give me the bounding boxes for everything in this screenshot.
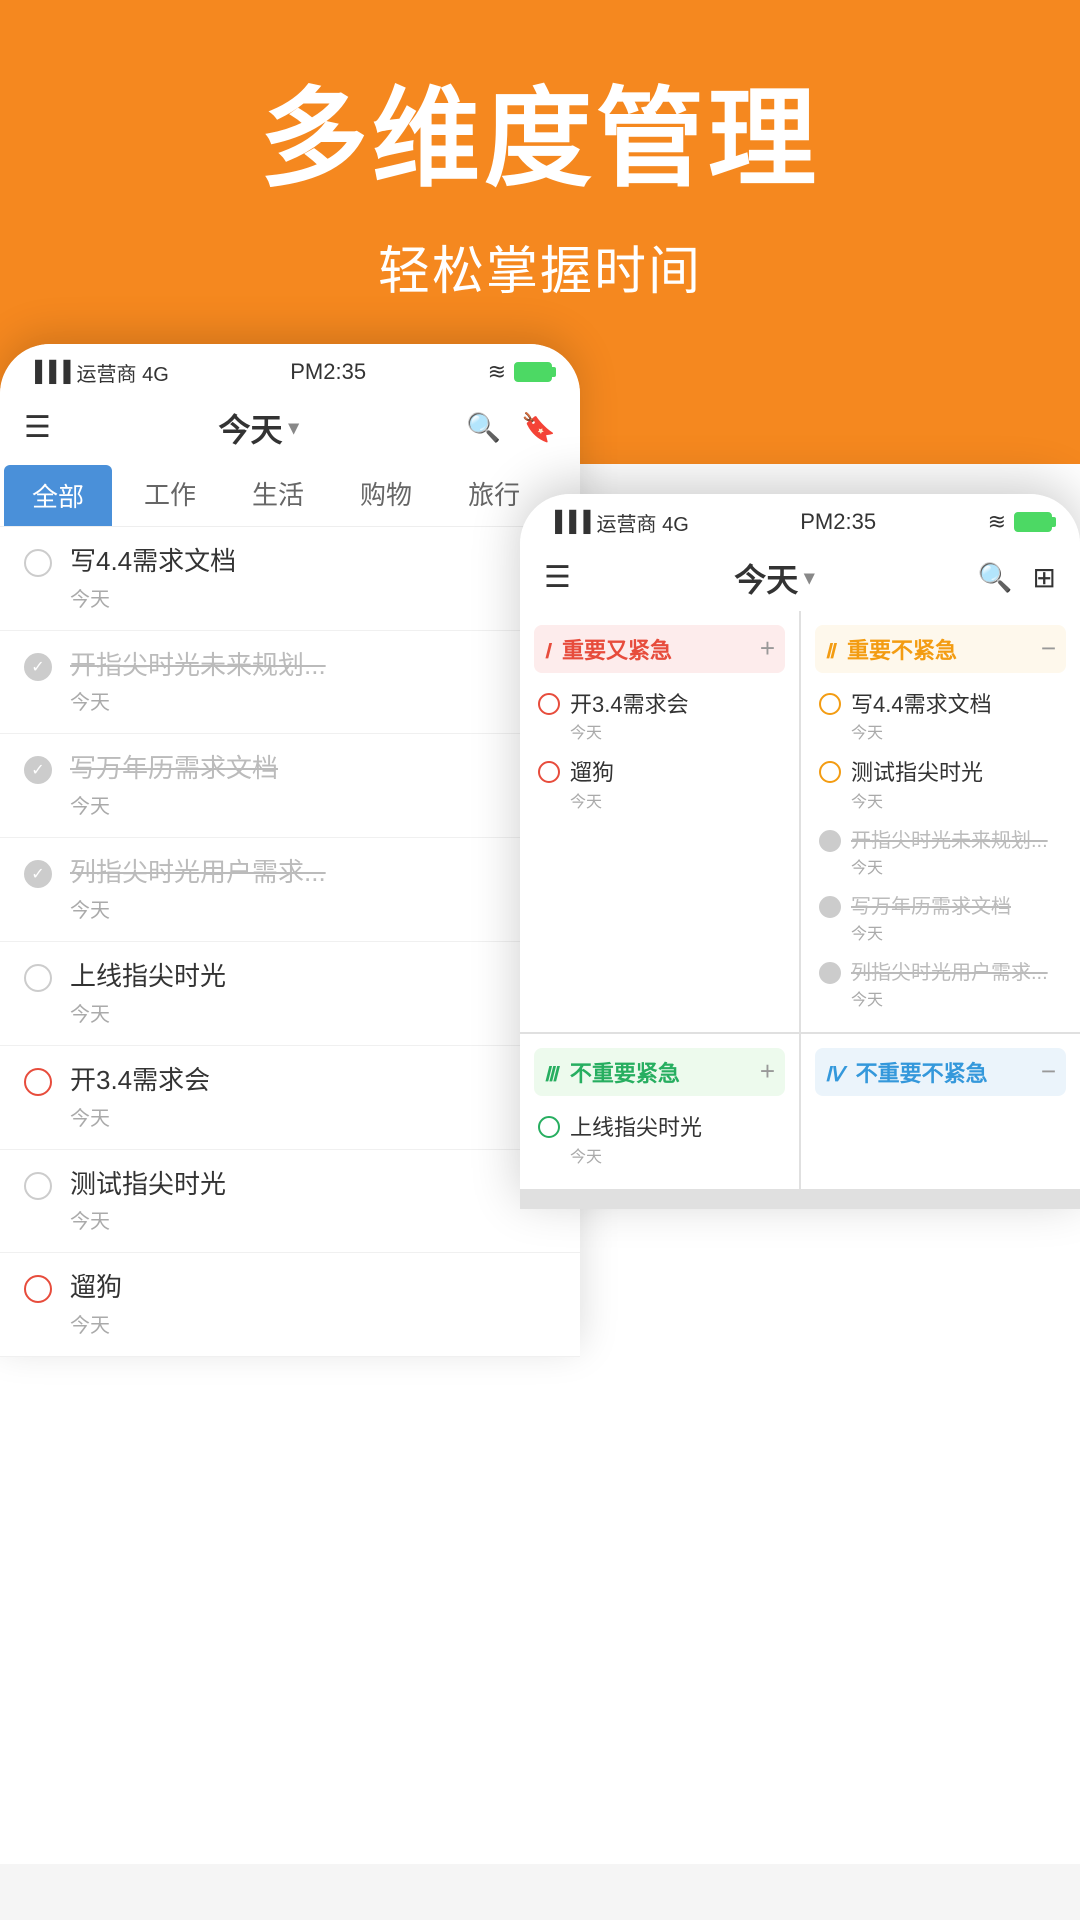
phone-front: ▐▐▐ 运营商 4G PM2:35 ≋ ☰ 今天 ▾ 🔍 ⊞: [520, 494, 1080, 1209]
tab-work[interactable]: 工作: [116, 463, 224, 524]
time-front: PM2:35: [800, 509, 876, 535]
list-item[interactable]: 列指尖时光用户需求... 今天: [0, 838, 580, 942]
matrix-list-item[interactable]: 上线指尖时光 今天: [534, 1106, 785, 1175]
quadrant-label-q2: Ⅱ 重要不紧急: [825, 633, 957, 665]
search-icon-front[interactable]: 🔍: [978, 561, 1013, 594]
matrix-list-item[interactable]: 写4.4需求文档 今天: [815, 683, 1066, 752]
add-q4-button[interactable]: −: [1041, 1056, 1056, 1087]
matrix-list-item[interactable]: 开3.4需求会 今天: [534, 683, 785, 752]
phones-area: ▐▐▐ 运营商 4G PM2:35 ≋ ☰ 今天 ▾ 🔍 🔖 全部 工作: [0, 464, 1080, 1864]
quadrant-header-q2: Ⅱ 重要不紧急 −: [815, 625, 1066, 673]
grid-icon-front[interactable]: ⊞: [1033, 561, 1056, 594]
list-item[interactable]: 开3.4需求会 今天: [0, 1046, 580, 1150]
quadrant-header-q3: Ⅲ 不重要紧急 +: [534, 1048, 785, 1096]
menu-icon-back[interactable]: ☰: [24, 410, 51, 445]
wifi-icon-front: ≋: [988, 509, 1006, 535]
nav-bar-back: ☰ 今天 ▾ 🔍 🔖: [0, 395, 580, 461]
battery-icon-front: [1014, 512, 1052, 532]
matrix-circle-q1: [538, 693, 560, 715]
battery-icon-back: [514, 362, 552, 382]
task-circle-checked: [24, 860, 52, 888]
matrix-circle-checked: [819, 896, 841, 918]
quadrant-label-q1: Ⅰ 重要又紧急: [544, 633, 672, 665]
nav-icons-front: 🔍 ⊞: [978, 561, 1056, 594]
tab-shopping[interactable]: 购物: [332, 463, 440, 524]
bookmark-icon-back[interactable]: 🔖: [521, 411, 556, 444]
quadrant-label-q4: Ⅳ 不重要不紧急: [825, 1056, 988, 1088]
status-bar-front: ▐▐▐ 运营商 4G PM2:35 ≋: [520, 494, 1080, 545]
quadrant-q2: Ⅱ 重要不紧急 − 写4.4需求文档 今天 测试指尖时光 今天: [801, 611, 1080, 1032]
status-bar-back: ▐▐▐ 运营商 4G PM2:35 ≋: [0, 344, 580, 395]
task-circle: [24, 964, 52, 992]
status-right-back: ≋: [488, 359, 552, 385]
quadrant-label-q3: Ⅲ 不重要紧急: [544, 1056, 680, 1088]
tab-all[interactable]: 全部: [4, 465, 112, 526]
nav-title-back[interactable]: 今天 ▾: [219, 405, 299, 451]
task-circle-checked: [24, 756, 52, 784]
menu-icon-front[interactable]: ☰: [544, 560, 571, 595]
carrier-front: ▐▐▐ 运营商 4G: [548, 508, 689, 537]
list-item[interactable]: 上线指尖时光 今天: [0, 942, 580, 1046]
time-back: PM2:35: [290, 359, 366, 385]
matrix-circle-q3: [538, 1116, 560, 1138]
matrix-circle-checked: [819, 830, 841, 852]
tab-life[interactable]: 生活: [224, 463, 332, 524]
list-item[interactable]: 开指尖时光未来规划... 今天: [0, 631, 580, 735]
matrix-circle-q2: [819, 761, 841, 783]
add-q1-button[interactable]: +: [760, 633, 775, 664]
matrix-circle-q2: [819, 693, 841, 715]
task-circle: [24, 1172, 52, 1200]
carrier-back: ▐▐▐ 运营商 4G: [28, 358, 169, 387]
nav-icons-back: 🔍 🔖: [466, 411, 556, 444]
matrix-grid: Ⅰ 重要又紧急 + 开3.4需求会 今天 遛狗 今天: [520, 611, 1080, 1209]
matrix-circle-checked: [819, 962, 841, 984]
task-circle-checked: [24, 653, 52, 681]
hero-title: 多维度管理: [40, 80, 1040, 199]
quadrant-q3: Ⅲ 不重要紧急 + 上线指尖时光 今天: [520, 1034, 799, 1189]
list-item[interactable]: 写4.4需求文档 今天: [0, 527, 580, 631]
matrix-list-item[interactable]: 写万年历需求文档 今天: [815, 886, 1066, 952]
task-list-back: 写4.4需求文档 今天 开指尖时光未来规划... 今天 写万年历需求文档 今天: [0, 527, 580, 1357]
quadrant-header-q1: Ⅰ 重要又紧急 +: [534, 625, 785, 673]
status-right-front: ≋: [988, 509, 1052, 535]
tabs-bar-back: 全部 工作 生活 购物 旅行: [0, 461, 580, 527]
quadrant-q1: Ⅰ 重要又紧急 + 开3.4需求会 今天 遛狗 今天: [520, 611, 799, 1032]
matrix-list-item[interactable]: 开指尖时光未来规划... 今天: [815, 820, 1066, 886]
phone-back: ▐▐▐ 运营商 4G PM2:35 ≋ ☰ 今天 ▾ 🔍 🔖 全部 工作: [0, 344, 580, 1357]
list-item[interactable]: 写万年历需求文档 今天: [0, 734, 580, 838]
nav-bar-front: ☰ 今天 ▾ 🔍 ⊞: [520, 545, 1080, 611]
list-item[interactable]: 测试指尖时光 今天: [0, 1150, 580, 1254]
matrix-list-item[interactable]: 遛狗 今天: [534, 751, 785, 820]
matrix-list-item[interactable]: 列指尖时光用户需求... 今天: [815, 952, 1066, 1018]
wifi-icon-back: ≋: [488, 359, 506, 385]
matrix-circle-q1: [538, 761, 560, 783]
add-q2-button[interactable]: −: [1041, 633, 1056, 664]
matrix-list-item[interactable]: 测试指尖时光 今天: [815, 751, 1066, 820]
nav-title-front[interactable]: 今天 ▾: [734, 555, 814, 601]
search-icon-back[interactable]: 🔍: [466, 411, 501, 444]
quadrant-q4: Ⅳ 不重要不紧急 −: [801, 1034, 1080, 1189]
task-circle-urgent: [24, 1068, 52, 1096]
list-item[interactable]: 遛狗 今天: [0, 1253, 580, 1357]
task-circle-urgent: [24, 1275, 52, 1303]
add-q3-button[interactable]: +: [760, 1056, 775, 1087]
hero-subtitle: 轻松掌握时间: [40, 229, 1040, 304]
quadrant-header-q4: Ⅳ 不重要不紧急 −: [815, 1048, 1066, 1096]
task-circle: [24, 549, 52, 577]
